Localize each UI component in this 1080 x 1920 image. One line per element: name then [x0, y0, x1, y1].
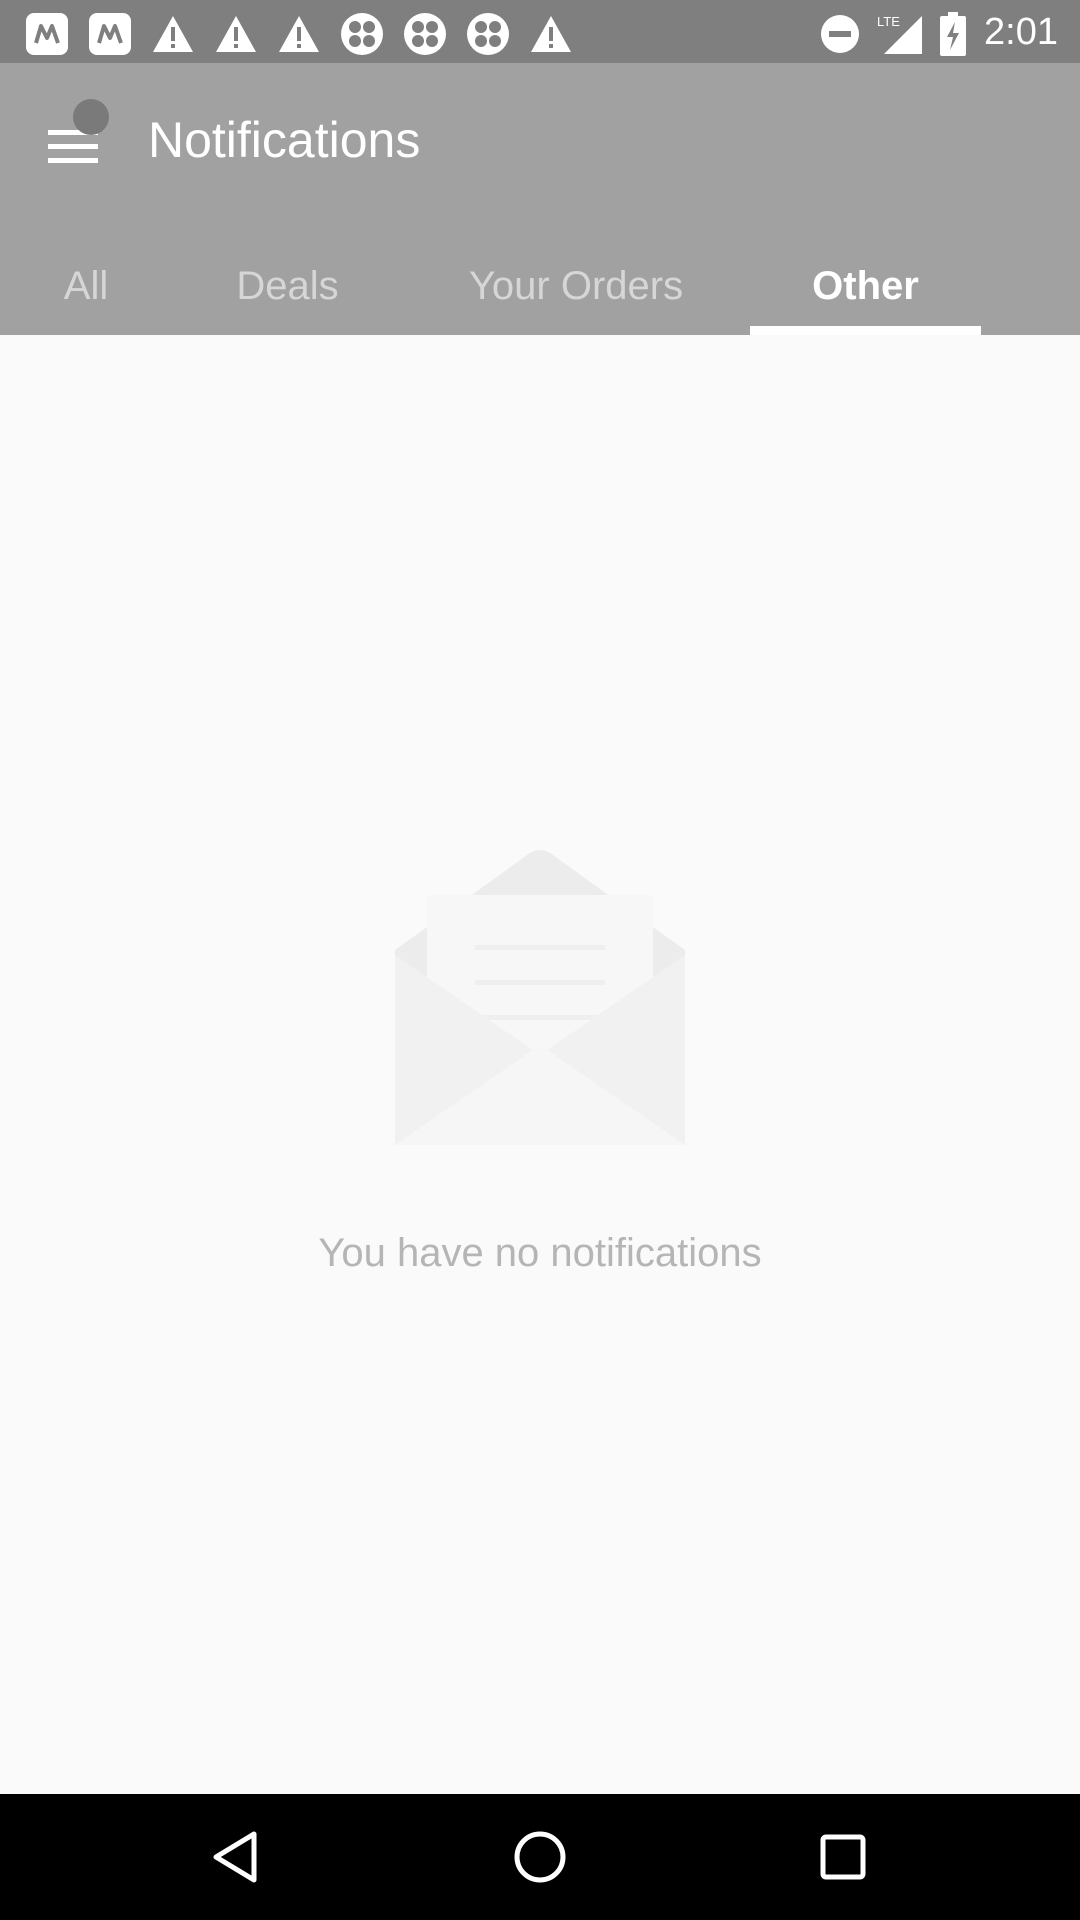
open-envelope-icon — [390, 845, 690, 1165]
tab-your-orders[interactable]: Your Orders — [440, 237, 712, 335]
tab-bar: All Deals Your Orders Other — [0, 237, 1080, 335]
page-title: Notifications — [148, 112, 421, 168]
clover-icon — [403, 12, 447, 56]
signal-icon: LTE — [876, 12, 924, 56]
menu-badge-dot — [73, 99, 109, 135]
warning-icon — [214, 12, 258, 56]
app-icon — [88, 12, 132, 56]
warning-icon — [529, 12, 573, 56]
do-not-disturb-icon — [818, 12, 862, 56]
battery-icon — [938, 12, 968, 56]
recents-button[interactable] — [808, 1822, 878, 1892]
recents-icon — [820, 1834, 866, 1880]
warning-icon — [151, 12, 195, 56]
clover-icon — [466, 12, 510, 56]
tab-all[interactable]: All — [30, 237, 142, 335]
app-bar: Notifications All Deals Your Orders Othe… — [0, 63, 1080, 335]
status-time: 2:01 — [984, 11, 1058, 53]
tab-other[interactable]: Other — [750, 237, 981, 335]
clover-icon — [340, 12, 384, 56]
home-icon — [514, 1831, 566, 1883]
tab-deals[interactable]: Deals — [210, 237, 365, 335]
empty-state-message: You have no notifications — [318, 1231, 762, 1275]
active-tab-indicator — [750, 326, 981, 335]
home-button[interactable] — [505, 1822, 575, 1892]
back-icon — [213, 1831, 257, 1883]
warning-icon — [277, 12, 321, 56]
network-label: LTE — [877, 14, 900, 29]
navigation-bar — [0, 1794, 1080, 1920]
status-bar: LTE 2:01 — [0, 0, 1080, 63]
app-icon — [25, 12, 69, 56]
back-button[interactable] — [202, 1822, 272, 1892]
